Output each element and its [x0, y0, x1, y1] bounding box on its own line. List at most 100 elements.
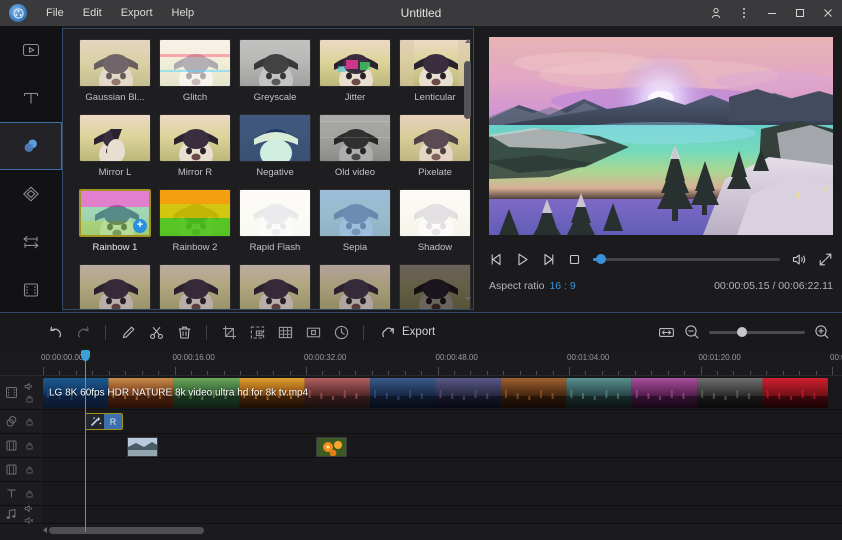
effect-item-16[interactable] — [156, 264, 234, 310]
preview-video[interactable] — [489, 37, 833, 235]
maximize-icon[interactable] — [786, 0, 814, 26]
overlay-track-2-lane[interactable] — [42, 458, 842, 482]
effect-item-rapid-flash[interactable]: Rapid Flash — [236, 189, 314, 253]
effect-item-greyscale[interactable]: Greyscale — [236, 39, 314, 103]
effects-scrollbar[interactable] — [464, 39, 471, 301]
scrollbar-thumb[interactable] — [464, 61, 471, 119]
fullscreen-icon[interactable] — [818, 252, 833, 267]
effect-item-mirror-r[interactable]: Mirror R — [156, 114, 234, 178]
next-frame-icon[interactable] — [541, 252, 556, 267]
freeze-frame-button[interactable] — [300, 319, 326, 345]
menu-file[interactable]: File — [38, 4, 72, 22]
lock-icon[interactable] — [25, 417, 34, 426]
video-track-header[interactable] — [0, 376, 42, 410]
rail-item-effects[interactable] — [0, 122, 62, 170]
effect-item-lenticular[interactable]: Lenticular — [396, 39, 474, 103]
overlay-clip-flowers[interactable] — [316, 437, 347, 457]
undo-button[interactable] — [42, 319, 68, 345]
text-track-lane[interactable] — [42, 482, 842, 506]
effect-item-19[interactable] — [396, 264, 474, 310]
mute-icon[interactable] — [24, 516, 34, 525]
ruler-tick-minor — [470, 371, 471, 375]
volume-icon[interactable] — [791, 252, 807, 267]
delete-button[interactable] — [171, 319, 197, 345]
overlay-track-2-header[interactable] — [0, 458, 42, 482]
video-clip[interactable]: LG 8K 60fps HDR NATURE 8k video ultra hd… — [43, 378, 828, 408]
fit-to-window-icon[interactable] — [658, 325, 675, 340]
export-button[interactable]: Export — [373, 319, 442, 345]
effect-item-jitter[interactable]: Jitter — [316, 39, 394, 103]
effect-item-glitch[interactable]: Glitch — [156, 39, 234, 103]
scroll-down-icon[interactable] — [465, 297, 471, 301]
zoom-slider[interactable] — [709, 331, 805, 334]
effect-item-negative[interactable]: Negative — [236, 114, 314, 178]
audio-track-lane[interactable] — [42, 506, 842, 524]
volume-slider[interactable] — [593, 258, 780, 261]
effect-item-sepia[interactable]: Sepia — [316, 189, 394, 253]
effect-track-header[interactable] — [0, 410, 42, 434]
menu-edit[interactable]: Edit — [75, 4, 110, 22]
rail-item-transition[interactable] — [0, 218, 62, 266]
crop-button[interactable] — [216, 319, 242, 345]
stop-icon[interactable] — [567, 252, 582, 267]
effect-item-shadow[interactable]: Shadow — [396, 189, 474, 253]
mosaic-button[interactable] — [272, 319, 298, 345]
speaker-icon[interactable] — [24, 382, 34, 391]
playhead-handle[interactable] — [81, 350, 90, 361]
play-icon[interactable] — [515, 252, 530, 267]
effect-item-mirror-l[interactable]: Mirror L — [76, 114, 154, 178]
timeline-scrollbar[interactable] — [44, 527, 824, 534]
lock-icon[interactable] — [25, 441, 34, 450]
speed-button[interactable] — [328, 319, 354, 345]
text-track-header[interactable] — [0, 482, 42, 506]
effect-item-pixelate[interactable]: Pixelate — [396, 114, 474, 178]
toolbar-divider — [105, 325, 106, 340]
timeline-scrollbar-thumb[interactable] — [49, 527, 204, 534]
audio-track-header[interactable] — [0, 506, 42, 524]
zoom-in-icon[interactable] — [814, 324, 830, 340]
lock-icon[interactable] — [25, 394, 34, 403]
overlay-track-1-lane[interactable] — [42, 434, 842, 458]
previous-frame-icon[interactable] — [489, 252, 504, 267]
lock-icon[interactable] — [25, 489, 34, 498]
redo-button[interactable] — [70, 319, 96, 345]
ruler-tick-minor — [76, 371, 77, 375]
volume-knob[interactable] — [596, 254, 606, 264]
close-icon[interactable] — [814, 0, 842, 26]
overlay-clip-lake[interactable] — [127, 437, 158, 457]
scroll-up-icon[interactable] — [465, 39, 471, 43]
lock-icon[interactable] — [25, 465, 34, 474]
edit-button[interactable] — [115, 319, 141, 345]
scroll-left-icon[interactable] — [43, 527, 47, 533]
rail-item-split-screen[interactable] — [0, 266, 62, 314]
person-icon[interactable] — [702, 0, 730, 26]
minimize-icon[interactable] — [758, 0, 786, 26]
split-button[interactable] — [143, 319, 169, 345]
effect-item-old-video[interactable]: Old video — [316, 114, 394, 178]
menu-export[interactable]: Export — [113, 4, 161, 22]
rail-item-media[interactable] — [0, 26, 62, 74]
add-effect-badge[interactable]: + — [133, 219, 147, 233]
effect-item-rainbow-1[interactable]: +Rainbow 1 — [76, 189, 154, 253]
rail-item-text[interactable] — [0, 74, 62, 122]
timeline-ruler[interactable]: 00:00:00.0000:00:16.0000:00:32.0000:00:4… — [0, 351, 842, 376]
overlay-track-1-header[interactable] — [0, 434, 42, 458]
speaker-icon[interactable] — [24, 504, 34, 513]
rail-item-overlay[interactable] — [0, 170, 62, 218]
zoom-slider-knob[interactable] — [737, 327, 747, 337]
effect-clip[interactable]: R — [85, 413, 123, 430]
effect-item-15[interactable] — [76, 264, 154, 310]
effect-item-17[interactable] — [236, 264, 314, 310]
aspect-ratio[interactable]: Aspect ratio16 : 9 — [489, 280, 576, 292]
effect-item-18[interactable] — [316, 264, 394, 310]
effect-item-gaussian-bl[interactable]: Gaussian Bl... — [76, 39, 154, 103]
playhead[interactable] — [85, 351, 86, 532]
aspect-ratio-value[interactable]: 16 : 9 — [549, 280, 575, 292]
pip-button[interactable] — [244, 319, 270, 345]
menu-help[interactable]: Help — [164, 4, 203, 22]
zoom-out-icon[interactable] — [684, 324, 700, 340]
vertical-dots-icon[interactable] — [730, 0, 758, 26]
effect-track-lane[interactable]: R — [42, 410, 842, 434]
video-track-lane[interactable]: LG 8K 60fps HDR NATURE 8k video ultra hd… — [42, 376, 842, 410]
effect-item-rainbow-2[interactable]: Rainbow 2 — [156, 189, 234, 253]
